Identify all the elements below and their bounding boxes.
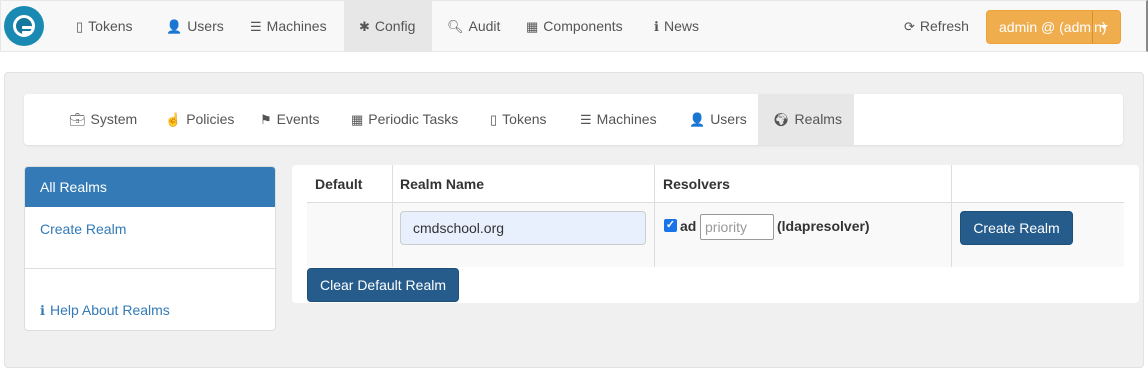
resolver-name: ad xyxy=(680,218,697,234)
nav-config[interactable]: ✱ Config xyxy=(344,1,432,52)
refresh-label: Refresh xyxy=(919,18,969,34)
calendar-icon: ▦ xyxy=(526,19,539,34)
sidebar-item-all-realms[interactable]: All Realms xyxy=(25,167,275,207)
header-realm-name: Realm Name xyxy=(400,176,485,192)
nav-tokens[interactable]: ▯ Tokens xyxy=(61,1,148,52)
flag-icon: ⚑ xyxy=(260,112,272,127)
help-about-realms-link[interactable]: ℹ Help About Realms xyxy=(25,290,275,330)
subnav-machines-label: Machines xyxy=(596,111,657,127)
info-icon: ℹ xyxy=(654,19,659,34)
sidebar-item-create-realm-label: Create Realm xyxy=(40,221,127,237)
subnav-events[interactable]: ⚑ Events xyxy=(245,94,334,145)
admin-dropdown-button[interactable]: admin @ (admin) xyxy=(986,10,1121,44)
admin-label: admin @ (admin) xyxy=(999,19,1107,35)
subnav-machines[interactable]: ☰ Machines xyxy=(565,94,672,145)
server-icon: ☰ xyxy=(250,19,262,34)
subnav-tokens[interactable]: ▯ Tokens xyxy=(475,94,562,145)
sidebar-item-all-realms-label: All Realms xyxy=(40,179,107,195)
top-navbar: ▯ Tokens 👤 Users ☰ Machines ✱ Config 🔍︎ Audit… xyxy=(0,0,1148,52)
caret-down-icon[interactable] xyxy=(1100,25,1108,29)
mobile-icon: ▯ xyxy=(76,19,84,34)
nav-machines[interactable]: ☰ Machines xyxy=(235,1,342,52)
nav-components-label: Components xyxy=(543,18,623,34)
header-default: Default xyxy=(315,176,363,192)
realm-name-input[interactable] xyxy=(400,211,646,245)
subnav-tokens-label: Tokens xyxy=(502,111,547,127)
subnav-realms-label: Realms xyxy=(794,111,842,127)
calendar-icon: ▦ xyxy=(351,112,364,127)
logo-inner xyxy=(13,15,35,37)
subnav-users[interactable]: 👤 Users xyxy=(674,94,762,145)
subnav-policies[interactable]: ☝ Policies xyxy=(150,94,249,145)
subnav-system-label: System xyxy=(90,111,138,127)
globe-icon: 🌍︎ xyxy=(773,112,790,127)
subnav-policies-label: Policies xyxy=(186,111,235,127)
user-icon: 👤 xyxy=(166,19,183,34)
subnav-realms[interactable]: 🌍︎ Realms xyxy=(758,94,854,145)
nav-users-label: Users xyxy=(187,18,224,34)
nav-news-label: News xyxy=(663,18,699,34)
search-icon: 🔍︎ xyxy=(447,19,464,34)
nav-audit-label: Audit xyxy=(468,18,501,34)
nav-machines-label: Machines xyxy=(266,18,327,34)
privacyidea-logo-icon[interactable] xyxy=(4,6,44,46)
nav-audit[interactable]: 🔍︎ Audit xyxy=(432,1,515,52)
help-about-realms-label: Help About Realms xyxy=(49,302,170,318)
sidebar-item-create-realm[interactable]: Create Realm xyxy=(25,209,275,249)
subnav-users-label: Users xyxy=(710,111,747,127)
create-realm-button[interactable]: Create Realm xyxy=(960,211,1073,245)
mobile-icon: ▯ xyxy=(490,112,498,127)
briefcase-icon: 💼︎ xyxy=(69,112,86,127)
hand-icon: ☝ xyxy=(165,112,182,127)
gear-icon: ✱ xyxy=(359,19,370,34)
resolver-type: (ldapresolver) xyxy=(777,218,870,234)
header-resolvers: Resolvers xyxy=(663,176,730,192)
subnav-system[interactable]: 💼︎ System xyxy=(54,94,152,145)
refresh-icon: ⟳ xyxy=(904,19,915,34)
subnav-periodic-tasks[interactable]: ▦ Periodic Tasks xyxy=(336,94,473,145)
clear-default-realm-button[interactable]: Clear Default Realm xyxy=(307,268,459,302)
refresh-button[interactable]: ⟳ Refresh xyxy=(889,1,984,52)
subnav-periodic-tasks-label: Periodic Tasks xyxy=(368,111,459,127)
server-icon: ☰ xyxy=(580,112,592,127)
resolver-checkbox[interactable]: ✓ xyxy=(664,219,677,232)
nav-components[interactable]: ▦ Components xyxy=(511,1,638,52)
subnav-events-label: Events xyxy=(276,111,320,127)
nav-config-label: Config xyxy=(374,18,416,34)
info-circle-icon: ℹ xyxy=(40,303,45,318)
nav-tokens-label: Tokens xyxy=(88,18,133,34)
realm-sidebar: All Realms Create Realm ℹ Help About Real… xyxy=(24,166,276,331)
nav-users[interactable]: 👤 Users xyxy=(151,1,239,52)
user-icon: 👤 xyxy=(689,112,706,127)
nav-news[interactable]: ℹ News xyxy=(639,1,714,52)
config-subnav: 💼︎ System ☝ Policies ⚑ Events ▦ Periodic Tas… xyxy=(24,94,1123,145)
priority-input[interactable] xyxy=(700,214,774,240)
